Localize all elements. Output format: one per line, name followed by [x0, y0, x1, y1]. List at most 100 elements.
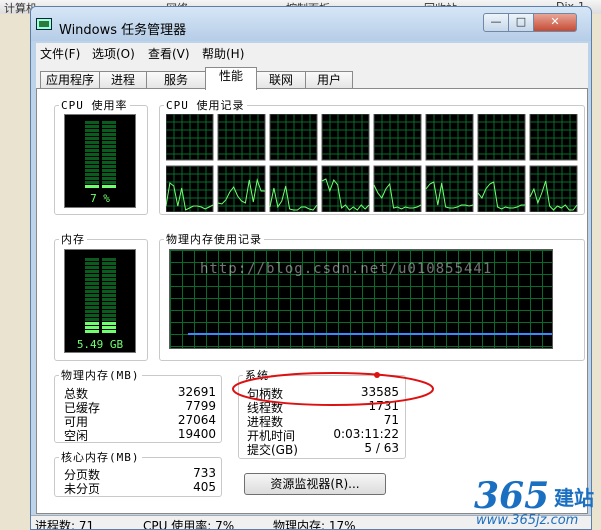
meter-segment — [102, 274, 116, 277]
meter-segment — [102, 258, 116, 261]
close-button[interactable]: ✕ — [533, 13, 577, 32]
menu-help[interactable]: 帮助(H) — [202, 45, 244, 62]
status-memory: 物理内存: 17% — [273, 519, 356, 530]
resource-monitor-button[interactable]: 资源监视器(R)... — [244, 473, 386, 495]
annotation-ellipse — [232, 372, 434, 406]
meter-segment — [102, 161, 116, 164]
memory-value: 5.49 GB — [76, 338, 124, 351]
meter-segment — [102, 141, 116, 144]
meter-segment — [85, 310, 99, 313]
title-bar[interactable]: Windows 任务管理器 — □ ✕ — [31, 7, 591, 41]
meter-segment — [102, 149, 116, 152]
meter-segment — [102, 286, 116, 289]
window-title: Windows 任务管理器 — [59, 23, 187, 38]
meter-segment — [85, 290, 99, 293]
meter-segment — [102, 278, 116, 281]
stat-value: 19400 — [177, 427, 216, 441]
meter-segment — [85, 161, 99, 164]
meter-segment — [85, 294, 99, 297]
meter-segment — [85, 149, 99, 152]
meter-segment — [102, 310, 116, 313]
memory-meter: 5.49 GB — [64, 249, 136, 353]
stat-value: 405 — [193, 480, 216, 494]
stat-value: 32691 — [177, 385, 216, 399]
maximize-button[interactable]: □ — [508, 13, 534, 32]
meter-segment — [85, 153, 99, 156]
stat-value: 7799 — [185, 399, 216, 413]
cpu-usage-meter: 7 % — [64, 114, 136, 208]
logo-text: 建站 — [554, 486, 594, 510]
meter-segment — [85, 169, 99, 172]
meter-segment — [85, 330, 99, 333]
stat-value: 0:03:11:22 — [333, 427, 399, 441]
menu-file[interactable]: 文件(F) — [40, 45, 80, 62]
watermark-text: http://blog.csdn.net/u010855441 — [200, 261, 493, 277]
memory-usage-line — [188, 333, 552, 335]
performance-panel: CPU 使用率 7 % CPU 使用记录 内存 5.49 GB 物理内存使用记录… — [36, 88, 588, 514]
menu-view[interactable]: 查看(V) — [148, 45, 190, 62]
meter-segment — [102, 137, 116, 140]
meter-segment — [85, 185, 99, 188]
meter-segment — [85, 141, 99, 144]
meter-segment — [102, 177, 116, 180]
meter-segment — [85, 266, 99, 269]
tab-services[interactable]: 服务 — [146, 71, 206, 89]
meter-segment — [102, 294, 116, 297]
meter-segment — [85, 129, 99, 132]
meter-segment — [85, 314, 99, 317]
meter-segment — [102, 169, 116, 172]
meter-segment — [102, 322, 116, 325]
meter-segment — [102, 266, 116, 269]
stat-label: 未分页 — [64, 482, 101, 496]
meter-segment — [102, 125, 116, 128]
task-manager-icon — [36, 18, 52, 30]
meter-segment — [102, 270, 116, 273]
memory-label: 内存 — [61, 233, 85, 246]
meter-segment — [85, 302, 99, 305]
meter-segment — [85, 270, 99, 273]
meter-segment — [102, 318, 116, 321]
meter-segment — [85, 173, 99, 176]
meter-segment — [102, 157, 116, 160]
meter-segment — [85, 177, 99, 180]
tab-networking[interactable]: 联网 — [256, 71, 306, 89]
tab-users[interactable]: 用户 — [305, 71, 353, 89]
meter-segment — [85, 306, 99, 309]
meter-segment — [102, 330, 116, 333]
kernel-memory-title: 核心内存(MB) — [61, 451, 140, 464]
cpu-history-label: CPU 使用记录 — [166, 99, 245, 112]
meter-segment — [102, 181, 116, 184]
meter-segment — [102, 121, 116, 124]
meter-segment — [85, 286, 99, 289]
meter-segment — [102, 133, 116, 136]
annotation-dot — [374, 372, 380, 378]
menu-bar: 文件(F) 选项(O) 查看(V) 帮助(H) — [36, 43, 588, 63]
stat-value: 71 — [383, 413, 399, 427]
minimize-button[interactable]: — — [483, 13, 509, 32]
meter-segment — [102, 290, 116, 293]
stat-value: 5 / 63 — [364, 441, 399, 455]
meter-segment — [102, 314, 116, 317]
cpu-history-graphs — [166, 114, 578, 212]
tab-performance[interactable]: 性能 — [205, 67, 257, 90]
meter-segment — [102, 302, 116, 305]
meter-segment — [102, 145, 116, 148]
meter-segment — [85, 121, 99, 124]
cpu-usage-value: 7 % — [90, 192, 110, 205]
tab-applications[interactable]: 应用程序 — [40, 71, 100, 89]
physical-memory-title: 物理内存(MB) — [61, 369, 140, 382]
meter-segment — [85, 318, 99, 321]
stat-value: 733 — [193, 466, 216, 480]
meter-segment — [85, 278, 99, 281]
meter-segment — [102, 306, 116, 309]
meter-segment — [85, 125, 99, 128]
menu-options[interactable]: 选项(O) — [92, 45, 135, 62]
365jz-logo: 365 建站 www.365jz.com — [474, 475, 594, 528]
meter-segment — [102, 173, 116, 176]
tab-processes[interactable]: 进程 — [99, 71, 147, 89]
meter-segment — [85, 157, 99, 160]
meter-segment — [85, 326, 99, 329]
red-annotation-ellipse — [232, 372, 434, 406]
stat-label: 空闲 — [64, 429, 89, 443]
meter-segment — [85, 322, 99, 325]
